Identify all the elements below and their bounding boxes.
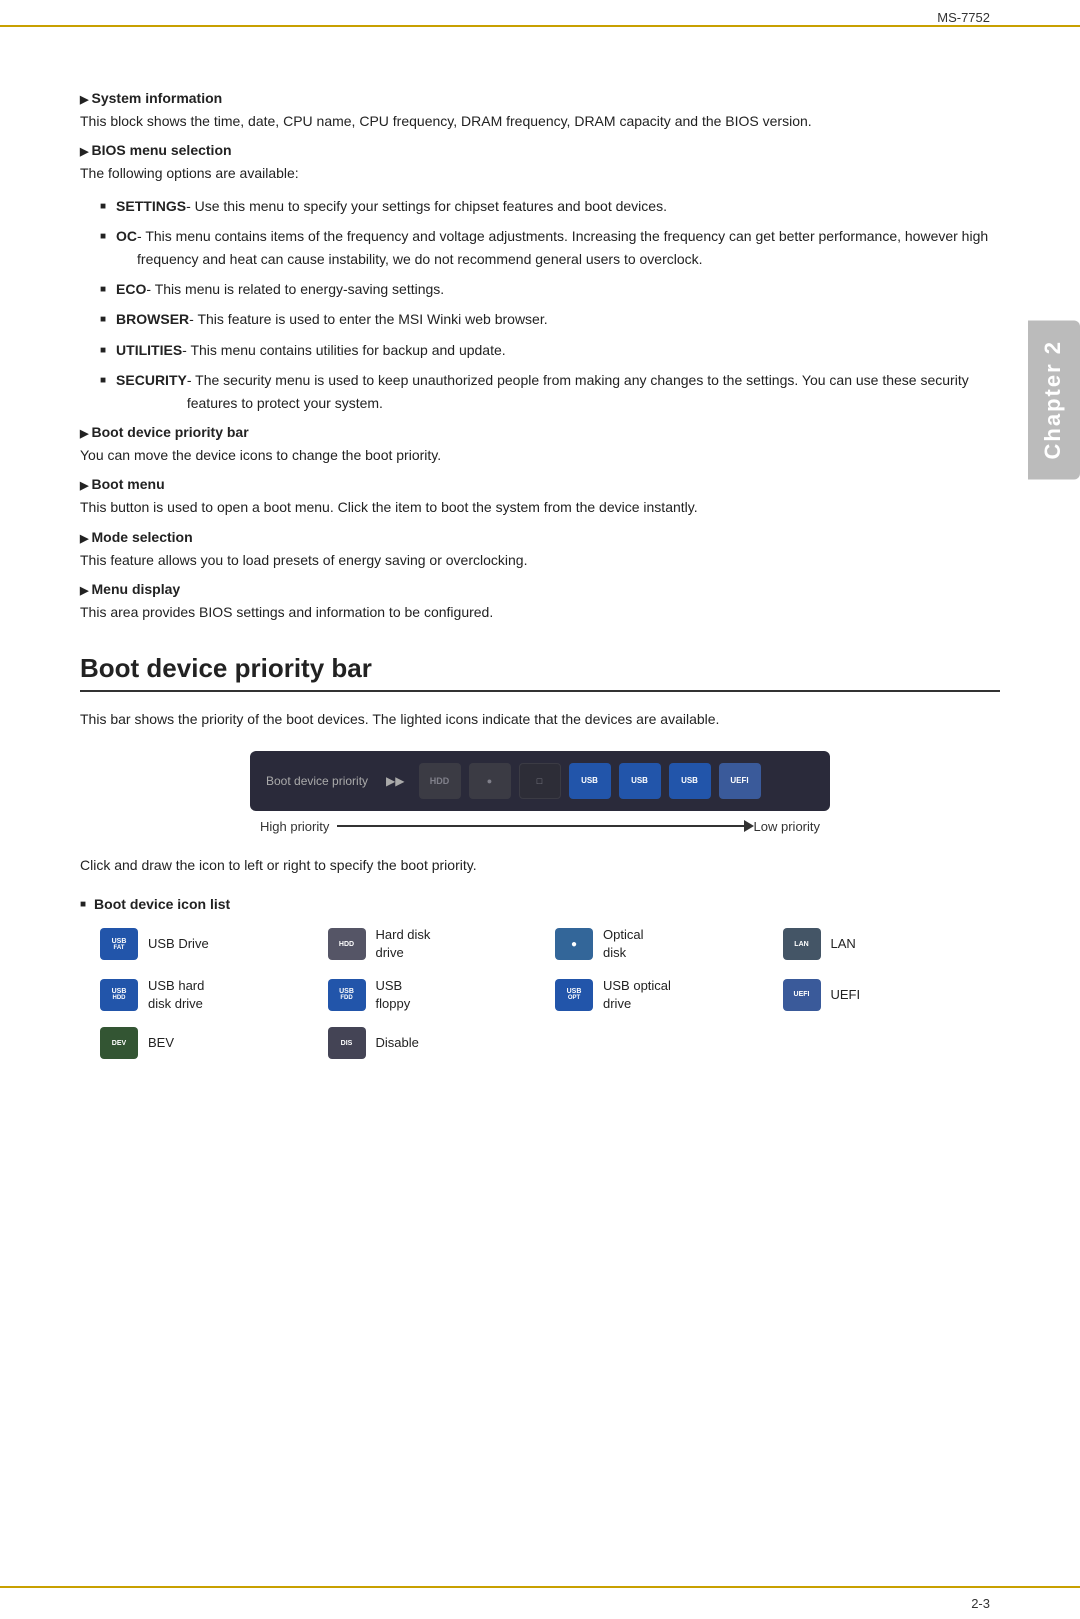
boot-section-title: Boot device priority bar	[80, 653, 1000, 692]
bios-menu-heading: BIOS menu selection	[80, 142, 1000, 158]
system-info-heading: System information	[80, 90, 1000, 106]
low-priority-label: Low priority	[754, 819, 820, 834]
boot-priority-intro-heading: Boot device priority bar	[80, 424, 1000, 440]
icon-item-disable: DIS Disable	[328, 1027, 546, 1059]
desc-security: - The security menu is used to keep unau…	[187, 369, 1000, 414]
list-item: BROWSER - This feature is used to enter …	[100, 308, 1000, 330]
optical-label: Opticaldisk	[603, 926, 643, 962]
icon-grid: USB FAT USB Drive HDD Hard diskdrive ● O…	[100, 926, 1000, 1059]
desc-oc: - This menu contains items of the freque…	[137, 225, 1000, 270]
drag-instruction: Click and draw the icon to left or right…	[80, 854, 1000, 876]
bev-label: BEV	[148, 1034, 174, 1052]
footer-bar: 2-3	[0, 1586, 1080, 1619]
menu-display-body: This area provides BIOS settings and inf…	[80, 601, 1000, 623]
uefi-label: UEFI	[831, 986, 861, 1004]
priority-arrow-container: High priority Low priority	[250, 819, 830, 834]
boot-menu-body: This button is used to open a boot menu.…	[80, 496, 1000, 518]
desc-eco: - This menu is related to energy-saving …	[146, 278, 444, 300]
term-utilities: UTILITIES	[116, 339, 182, 361]
icon-item-hdd: HDD Hard diskdrive	[328, 926, 546, 962]
usb-optical-label: USB opticaldrive	[603, 977, 671, 1013]
hdd-icon: HDD	[328, 928, 366, 960]
desc-utilities: - This menu contains utilities for backu…	[182, 339, 505, 361]
term-settings: SETTINGS	[116, 195, 186, 217]
icon-item-lan: LAN LAN	[783, 926, 1001, 962]
boot-bar-container: Boot device priority ▶▶ HDD ● □ USB USB	[80, 751, 1000, 834]
boot-bar-label: Boot device priority	[266, 774, 368, 788]
boot-priority-intro-body: You can move the device icons to change …	[80, 444, 1000, 466]
boot-icon-optical[interactable]: ●	[469, 763, 511, 799]
icon-item-uefi: UEFI UEFI	[783, 977, 1001, 1013]
boot-icon-usb2[interactable]: USB	[619, 763, 661, 799]
list-item: ECO - This menu is related to energy-sav…	[100, 278, 1000, 300]
hdd-label: Hard diskdrive	[376, 926, 431, 962]
boot-icon-disk[interactable]: □	[519, 763, 561, 799]
menu-display-heading: Menu display	[80, 581, 1000, 597]
bev-icon: DEV	[100, 1027, 138, 1059]
boot-icon-hdd[interactable]: HDD	[419, 763, 461, 799]
boot-menu-heading: Boot menu	[80, 476, 1000, 492]
list-item: SECURITY - The security menu is used to …	[100, 369, 1000, 414]
icon-item-bev: DEV BEV	[100, 1027, 318, 1059]
usb-drive-icon: USB FAT	[100, 928, 138, 960]
bios-menu-intro: The following options are available:	[80, 162, 1000, 184]
usb-optical-icon: USB OPT	[555, 979, 593, 1011]
list-item: SETTINGS - Use this menu to specify your…	[100, 195, 1000, 217]
uefi-icon: UEFI	[783, 979, 821, 1011]
bios-menu-list: SETTINGS - Use this menu to specify your…	[100, 195, 1000, 414]
disable-icon: DIS	[328, 1027, 366, 1059]
usb-hdd-icon: USB HDD	[100, 979, 138, 1011]
usb-floppy-label: USBfloppy	[376, 977, 411, 1013]
term-browser: BROWSER	[116, 308, 189, 330]
usb-hdd-label: USB harddisk drive	[148, 977, 204, 1013]
optical-icon: ●	[555, 928, 593, 960]
boot-icon-usb3[interactable]: USB	[669, 763, 711, 799]
term-security: SECURITY	[116, 369, 187, 391]
desc-settings: - Use this menu to specify your settings…	[186, 195, 667, 217]
system-info-body: This block shows the time, date, CPU nam…	[80, 110, 1000, 132]
boot-bar: Boot device priority ▶▶ HDD ● □ USB USB	[250, 751, 830, 811]
high-priority-label: High priority	[260, 819, 329, 834]
icon-list-heading: Boot device icon list	[80, 896, 1000, 912]
boot-icon-uefi[interactable]: UEFI	[719, 763, 761, 799]
usb-drive-label: USB Drive	[148, 935, 209, 953]
icon-list-section: Boot device icon list USB FAT USB Drive …	[80, 896, 1000, 1059]
page-content: System information This block shows the …	[0, 0, 1080, 1119]
mode-selection-body: This feature allows you to load presets …	[80, 549, 1000, 571]
usb-floppy-icon: USB FDD	[328, 979, 366, 1011]
disable-label: Disable	[376, 1034, 419, 1052]
term-oc: OC	[116, 225, 137, 247]
priority-arrow-line	[337, 825, 745, 827]
main-content: System information This block shows the …	[80, 90, 1000, 1059]
term-eco: ECO	[116, 278, 146, 300]
boot-section-intro: This bar shows the priority of the boot …	[80, 708, 1000, 730]
mode-selection-heading: Mode selection	[80, 529, 1000, 545]
icon-item-usb-drive: USB FAT USB Drive	[100, 926, 318, 962]
arrow-indicator: ▶▶	[386, 774, 404, 788]
list-item: UTILITIES - This menu contains utilities…	[100, 339, 1000, 361]
icon-item-optical: ● Opticaldisk	[555, 926, 773, 962]
icon-item-usb-optical: USB OPT USB opticaldrive	[555, 977, 773, 1013]
list-item: OC - This menu contains items of the fre…	[100, 225, 1000, 270]
icon-item-usb-floppy: USB FDD USBfloppy	[328, 977, 546, 1013]
desc-browser: - This feature is used to enter the MSI …	[189, 308, 547, 330]
page-number: 2-3	[971, 1596, 990, 1611]
lan-icon: LAN	[783, 928, 821, 960]
lan-label: LAN	[831, 935, 856, 953]
boot-icon-usb1[interactable]: USB	[569, 763, 611, 799]
icon-item-usb-hdd: USB HDD USB harddisk drive	[100, 977, 318, 1013]
